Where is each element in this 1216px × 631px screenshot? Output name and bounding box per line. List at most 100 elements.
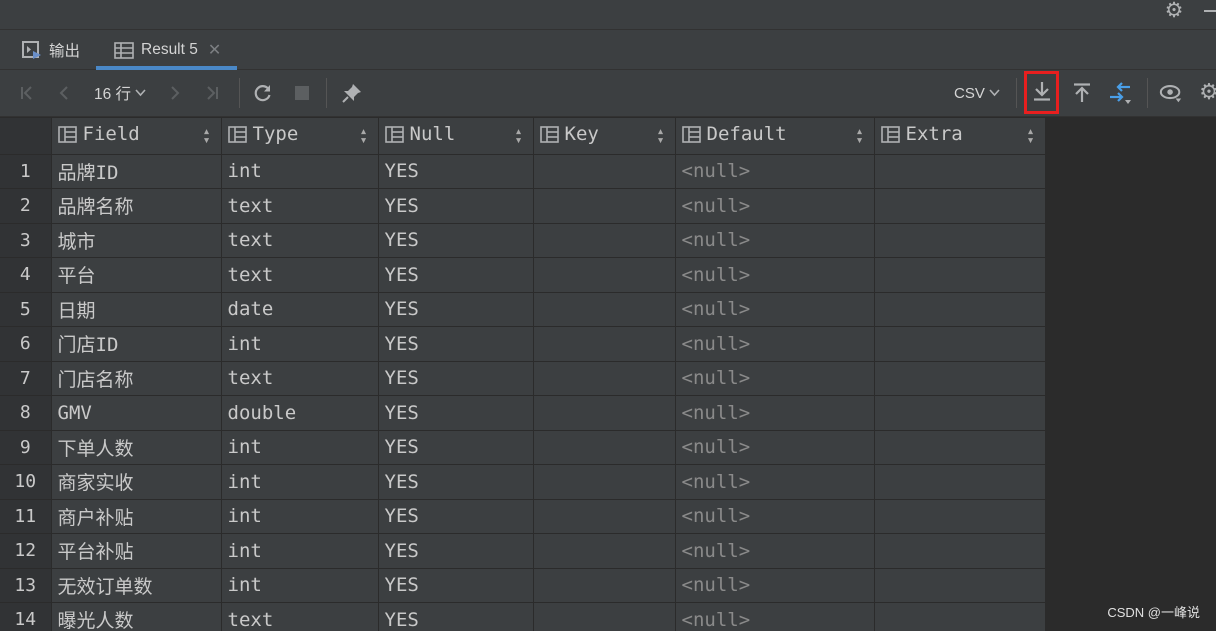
cell-type[interactable]: text (221, 602, 379, 631)
cell-extra[interactable] (874, 257, 1046, 293)
cell-extra[interactable] (874, 395, 1046, 431)
table-row[interactable]: 8 GMV double YES <null> (0, 395, 1046, 431)
cell-key[interactable] (533, 257, 676, 293)
cell-default[interactable]: <null> (675, 533, 875, 569)
cell-extra[interactable] (874, 568, 1046, 603)
cell-null[interactable]: YES (378, 326, 534, 362)
cell-type[interactable]: date (221, 292, 379, 327)
cell-default[interactable]: <null> (675, 188, 875, 224)
cell-null[interactable]: YES (378, 533, 534, 569)
rows-per-page-select[interactable]: 16 行 (94, 82, 146, 104)
cell-key[interactable] (533, 188, 676, 224)
sort-icon[interactable]: ▴ ▾ (856, 125, 864, 147)
cell-type[interactable]: int (221, 154, 379, 189)
export-format-select[interactable]: CSV (954, 82, 1000, 104)
table-row[interactable]: 7 门店名称 text YES <null> (0, 361, 1046, 396)
cell-null[interactable]: YES (378, 499, 534, 534)
cell-extra[interactable] (874, 464, 1046, 500)
cell-key[interactable] (533, 223, 676, 258)
cell-type[interactable]: int (221, 533, 379, 569)
cell-null[interactable]: YES (378, 292, 534, 327)
cell-default[interactable]: <null> (675, 568, 875, 603)
sort-icon[interactable]: ▴ ▾ (1027, 125, 1035, 147)
previous-page-icon[interactable] (52, 81, 76, 105)
table-row[interactable]: 12 平台补贴 int YES <null> (0, 533, 1046, 569)
cell-extra[interactable] (874, 533, 1046, 569)
cell-type[interactable]: int (221, 464, 379, 500)
cell-field[interactable]: 商家实收 (51, 464, 222, 500)
gear-icon[interactable]: ⚙ (1162, 0, 1186, 24)
column-header-extra[interactable]: Extra ▴ ▾ (874, 118, 1046, 155)
cell-type[interactable]: text (221, 361, 379, 396)
cell-key[interactable] (533, 395, 676, 431)
cell-key[interactable] (533, 430, 676, 465)
cell-field[interactable]: 下单人数 (51, 430, 222, 465)
cell-null[interactable]: YES (378, 154, 534, 189)
cell-null[interactable]: YES (378, 223, 534, 258)
cell-field[interactable]: 平台 (51, 257, 222, 293)
cell-null[interactable]: YES (378, 361, 534, 396)
first-page-icon[interactable] (15, 81, 39, 105)
settings-icon[interactable]: ⚙ (1197, 81, 1216, 105)
compare-icon[interactable] (1109, 81, 1133, 105)
cell-extra[interactable] (874, 499, 1046, 534)
table-row[interactable]: 9 下单人数 int YES <null> (0, 430, 1046, 465)
upload-icon[interactable] (1070, 81, 1094, 105)
cell-field[interactable]: 无效订单数 (51, 568, 222, 603)
cell-null[interactable]: YES (378, 602, 534, 631)
sort-icon[interactable]: ▴ ▾ (515, 125, 523, 147)
cell-extra[interactable] (874, 223, 1046, 258)
cell-type[interactable]: double (221, 395, 379, 431)
cell-null[interactable]: YES (378, 430, 534, 465)
table-row[interactable]: 4 平台 text YES <null> (0, 257, 1046, 293)
cell-field[interactable]: 商户补贴 (51, 499, 222, 534)
cell-field[interactable]: 日期 (51, 292, 222, 327)
cell-null[interactable]: YES (378, 395, 534, 431)
table-row[interactable]: 14 曝光人数 text YES <null> (0, 602, 1046, 631)
minimize-icon[interactable] (1204, 10, 1216, 12)
cell-default[interactable]: <null> (675, 223, 875, 258)
cell-default[interactable]: <null> (675, 395, 875, 431)
cell-type[interactable]: text (221, 223, 379, 258)
cell-key[interactable] (533, 568, 676, 603)
cell-field[interactable]: 门店ID (51, 326, 222, 362)
cell-type[interactable]: int (221, 430, 379, 465)
cell-default[interactable]: <null> (675, 499, 875, 534)
cell-default[interactable]: <null> (675, 257, 875, 293)
cell-default[interactable]: <null> (675, 430, 875, 465)
cell-field[interactable]: GMV (51, 395, 222, 431)
column-header-key[interactable]: Key ▴ ▾ (533, 118, 676, 155)
cell-default[interactable]: <null> (675, 361, 875, 396)
table-row[interactable]: 5 日期 date YES <null> (0, 292, 1046, 327)
table-row[interactable]: 10 商家实收 int YES <null> (0, 464, 1046, 500)
next-page-icon[interactable] (163, 81, 187, 105)
tab-output[interactable]: 输出 (22, 30, 80, 70)
table-row[interactable]: 6 门店ID int YES <null> (0, 326, 1046, 362)
download-button[interactable] (1024, 71, 1059, 114)
cell-null[interactable]: YES (378, 464, 534, 500)
cell-extra[interactable] (874, 602, 1046, 631)
table-row[interactable]: 3 城市 text YES <null> (0, 223, 1046, 258)
close-icon[interactable]: ✕ (208, 40, 221, 60)
cell-extra[interactable] (874, 430, 1046, 465)
cell-key[interactable] (533, 464, 676, 500)
last-page-icon[interactable] (200, 81, 224, 105)
cell-key[interactable] (533, 602, 676, 631)
cell-field[interactable]: 曝光人数 (51, 602, 222, 631)
cell-key[interactable] (533, 533, 676, 569)
sort-icon[interactable]: ▴ ▾ (203, 125, 211, 147)
cell-null[interactable]: YES (378, 257, 534, 293)
cell-extra[interactable] (874, 361, 1046, 396)
column-header-type[interactable]: Type ▴ ▾ (221, 118, 379, 155)
column-header-null[interactable]: Null ▴ ▾ (378, 118, 534, 155)
cell-field[interactable]: 品牌ID (51, 154, 222, 189)
cell-default[interactable]: <null> (675, 326, 875, 362)
cell-default[interactable]: <null> (675, 464, 875, 500)
cell-key[interactable] (533, 292, 676, 327)
sort-icon[interactable]: ▴ ▾ (360, 125, 368, 147)
stop-icon[interactable] (290, 81, 314, 105)
pin-icon[interactable] (340, 81, 364, 105)
cell-null[interactable]: YES (378, 188, 534, 224)
cell-key[interactable] (533, 499, 676, 534)
cell-key[interactable] (533, 361, 676, 396)
